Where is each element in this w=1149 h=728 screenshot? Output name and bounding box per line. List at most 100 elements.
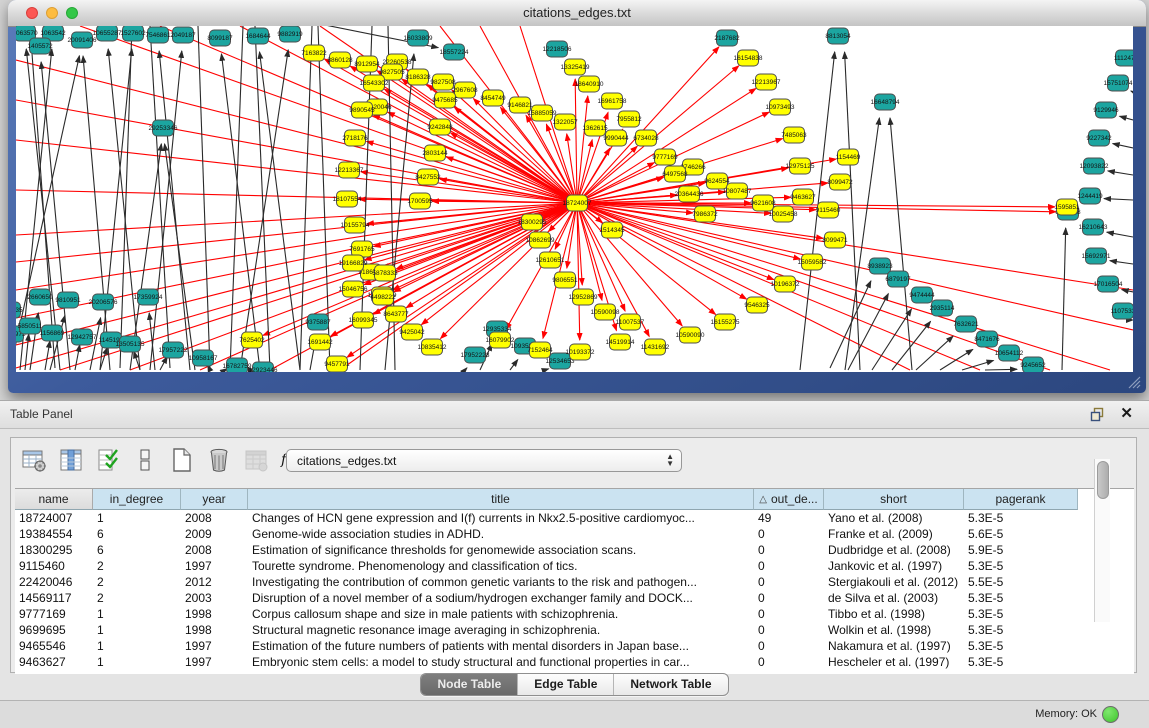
- table-cell[interactable]: 5.3E-5: [964, 590, 1078, 606]
- table-cell[interactable]: 0: [754, 606, 824, 622]
- table-cell[interactable]: Embryonic stem cells: a model to study s…: [248, 654, 754, 670]
- table-cell[interactable]: 2008: [181, 542, 248, 558]
- table-cell[interactable]: 6: [93, 542, 181, 558]
- graph-node[interactable]: 8912954: [354, 56, 380, 72]
- tab-node-table[interactable]: Node Table: [421, 674, 517, 695]
- table-cell[interactable]: 0: [754, 542, 824, 558]
- graph-node[interactable]: 8186328: [405, 69, 431, 85]
- graph-node[interactable]: 12213967: [752, 74, 781, 90]
- table-row[interactable]: 977716911998Corpus callosum shape and si…: [15, 606, 1134, 622]
- table-cell[interactable]: Structural magnetic resonance image aver…: [248, 622, 754, 638]
- table-cell[interactable]: 2: [93, 574, 181, 590]
- table-cell[interactable]: 22420046: [15, 574, 93, 590]
- graph-node[interactable]: 1244419: [1077, 188, 1103, 204]
- graph-node[interactable]: 15751074: [1104, 75, 1133, 91]
- table-cell[interactable]: 5.3E-5: [964, 622, 1078, 638]
- table-cell[interactable]: 5.9E-5: [964, 542, 1078, 558]
- graph-node[interactable]: 7163822: [301, 45, 327, 61]
- table-cell[interactable]: Hescheler et al. (1997): [824, 654, 964, 670]
- graph-node[interactable]: 11007537: [616, 314, 645, 330]
- graph-node[interactable]: 16033809: [404, 30, 433, 46]
- graph-node[interactable]: 9463627: [790, 189, 816, 205]
- graph-node[interactable]: 29253346: [149, 120, 178, 136]
- graph-node[interactable]: 9242848: [427, 119, 453, 135]
- graph-node[interactable]: 7546861: [145, 27, 171, 43]
- table-cell[interactable]: Estimation of significance thresholds fo…: [248, 542, 754, 558]
- table-cell[interactable]: 9777169: [15, 606, 93, 622]
- graph-node[interactable]: 7632621: [953, 316, 979, 332]
- table-row[interactable]: 911546021997Tourette syndrome. Phenomeno…: [15, 558, 1134, 574]
- table-row[interactable]: 1456911722003Disruption of a novel membe…: [15, 590, 1134, 606]
- table-cell[interactable]: 0: [754, 526, 824, 542]
- graph-node[interactable]: 10590090: [676, 327, 705, 343]
- graph-node[interactable]: 1595851: [1054, 199, 1080, 215]
- table-cell[interactable]: Nakamura et al. (1997): [824, 638, 964, 654]
- table-row[interactable]: 969969511998Structural magnetic resonanc…: [15, 622, 1134, 638]
- graph-node[interactable]: 16210643: [1079, 219, 1108, 235]
- graph-node[interactable]: 12923446: [249, 362, 278, 372]
- graph-node[interactable]: 12975125: [786, 158, 815, 174]
- graph-node[interactable]: 8813054: [825, 28, 851, 44]
- column-header-name[interactable]: name: [15, 489, 93, 510]
- graph-node[interactable]: 18640910: [575, 76, 604, 92]
- graph-node[interactable]: 9375887: [305, 314, 331, 330]
- graph-node[interactable]: 8099471: [822, 232, 848, 248]
- graph-node[interactable]: 8099187: [207, 30, 233, 46]
- tab-network-table[interactable]: Network Table: [613, 674, 727, 695]
- table-cell[interactable]: 5.3E-5: [964, 654, 1078, 670]
- table-cell[interactable]: Changes of HCN gene expression and I(f) …: [248, 510, 754, 526]
- table-cell[interactable]: 14569117: [15, 590, 93, 606]
- graph-node[interactable]: 10590098: [591, 304, 620, 320]
- graph-node[interactable]: 2935114: [930, 300, 955, 316]
- table-row[interactable]: 946554611997Estimation of the future num…: [15, 638, 1134, 654]
- graph-node[interactable]: 8643777: [383, 306, 409, 322]
- table-cell[interactable]: 18300295: [15, 542, 93, 558]
- table-cell[interactable]: 1998: [181, 622, 248, 638]
- table-cell[interactable]: 1997: [181, 654, 248, 670]
- graph-node[interactable]: 7955812: [616, 111, 642, 127]
- graph-node[interactable]: 9227342: [1086, 130, 1112, 146]
- column-header-title[interactable]: title: [248, 489, 754, 510]
- graph-node[interactable]: 8454749: [480, 90, 506, 106]
- graph-node[interactable]: 18300295: [518, 214, 547, 230]
- trash-icon[interactable]: [206, 447, 232, 473]
- graph-node[interactable]: 10155794: [341, 217, 370, 233]
- table-cell[interactable]: 0: [754, 622, 824, 638]
- graph-node[interactable]: 8471676: [974, 331, 1000, 347]
- table-cell[interactable]: 2: [93, 590, 181, 606]
- table-cell[interactable]: 9463627: [15, 654, 93, 670]
- table-cell[interactable]: 5.3E-5: [964, 606, 1078, 622]
- graph-node[interactable]: 2718176: [342, 130, 368, 146]
- new-document-icon[interactable]: [169, 447, 195, 473]
- graph-node[interactable]: 14519914: [606, 334, 635, 350]
- graph-node[interactable]: 17016504: [1094, 276, 1123, 292]
- graph-node[interactable]: 1107533: [1111, 303, 1133, 319]
- graph-node[interactable]: 12942757: [68, 329, 97, 345]
- graph-node[interactable]: 7986372: [692, 206, 718, 222]
- graph-node[interactable]: 18724007: [563, 195, 592, 211]
- table-cell[interactable]: 1: [93, 606, 181, 622]
- graph-node[interactable]: 12952869: [569, 289, 598, 305]
- table-cell[interactable]: Franke et al. (2009): [824, 526, 964, 542]
- graph-node[interactable]: 1700595: [407, 193, 433, 209]
- table-row[interactable]: 946362711997Embryonic stem cells: a mode…: [15, 654, 1134, 670]
- graph-node[interactable]: 20206576: [89, 294, 118, 310]
- table-cell[interactable]: Corpus callosum shape and size in male p…: [248, 606, 754, 622]
- graph-node[interactable]: 13505135: [116, 336, 145, 352]
- graph-node[interactable]: 11431692: [641, 339, 670, 355]
- table-cell[interactable]: 0: [754, 574, 824, 590]
- graph-node[interactable]: 15046756: [339, 281, 368, 297]
- table-cell[interactable]: Estimation of the future numbers of pati…: [248, 638, 754, 654]
- column-header-year[interactable]: year: [181, 489, 248, 510]
- graph-node[interactable]: 8099472: [827, 174, 853, 190]
- graph-node[interactable]: 2049187: [170, 27, 196, 43]
- graph-node[interactable]: 10025458: [769, 206, 798, 222]
- graph-node[interactable]: 1156869: [40, 325, 65, 341]
- graph-node[interactable]: 7485063: [781, 127, 807, 143]
- table-cell[interactable]: Tourette syndrome. Phenomenology and cla…: [248, 558, 754, 574]
- table-cell[interactable]: 2012: [181, 574, 248, 590]
- table-cell[interactable]: 1: [93, 654, 181, 670]
- table-cell[interactable]: Wolkin et al. (1998): [824, 622, 964, 638]
- table-cell[interactable]: 1: [93, 510, 181, 526]
- table-cell[interactable]: 0: [754, 654, 824, 670]
